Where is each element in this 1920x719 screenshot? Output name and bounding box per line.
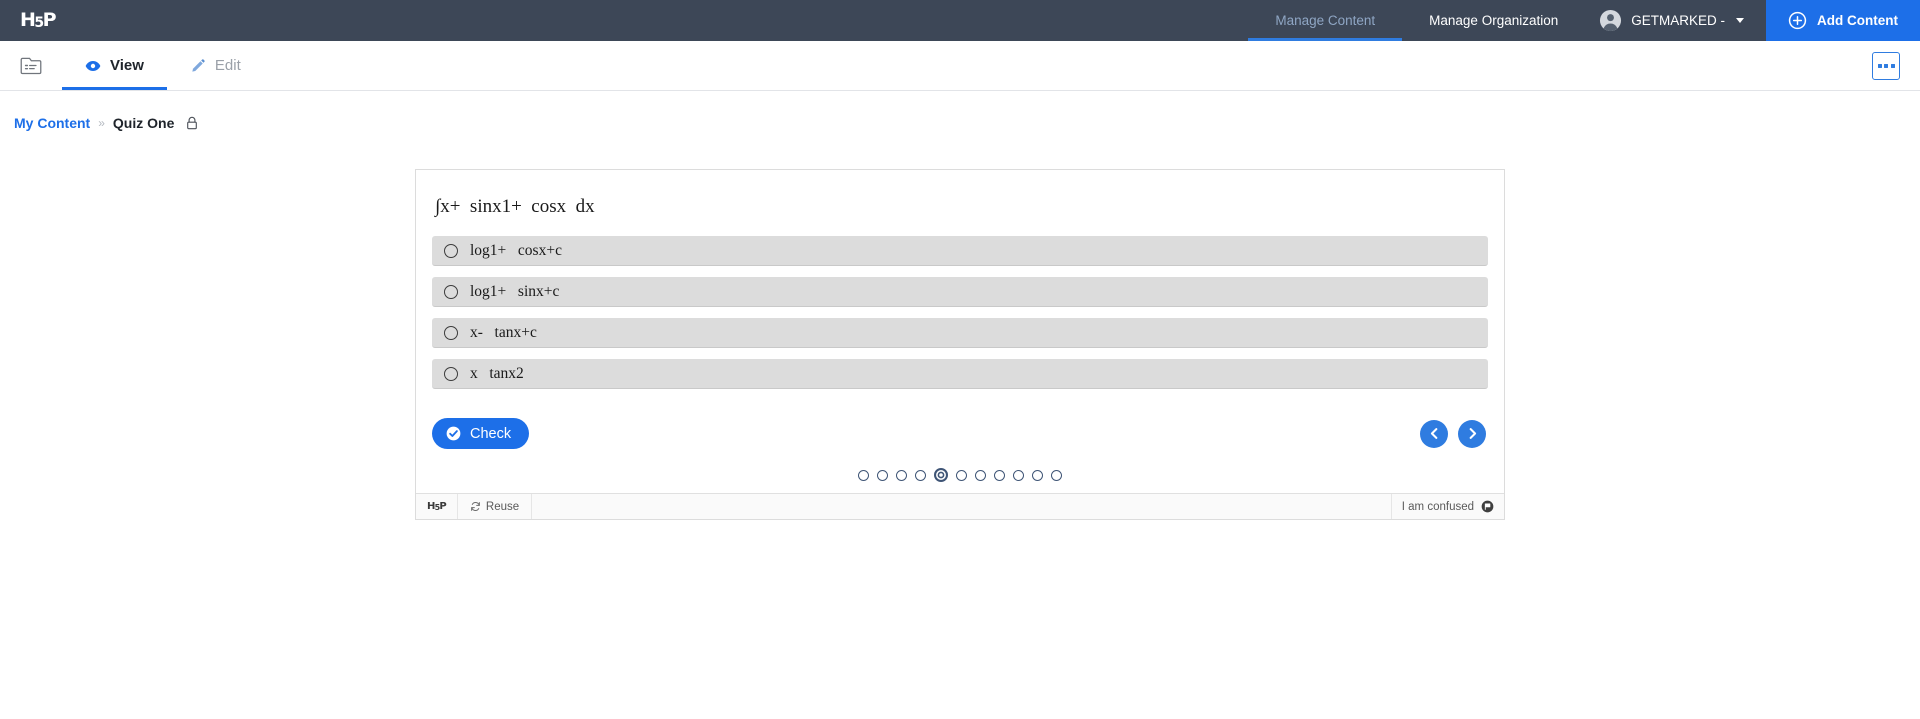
lock-icon [182, 116, 198, 130]
nav-manage-content[interactable]: Manage Content [1248, 0, 1402, 41]
pagination-dot[interactable] [975, 469, 986, 481]
more-options-button[interactable] [1872, 51, 1900, 80]
breadcrumb: My Content » Quiz One [0, 91, 1920, 131]
nav-manage-organization[interactable]: Manage Organization [1402, 0, 1585, 41]
pagination-dot[interactable] [858, 469, 869, 481]
ellipsis-dot [1877, 63, 1882, 68]
eye-icon [85, 58, 101, 74]
pagination-dot[interactable] [1051, 469, 1062, 481]
pagination-dot-active[interactable] [934, 468, 948, 482]
content-toolbar: View Edit [0, 41, 1920, 91]
chevron-down-icon [1736, 18, 1745, 23]
ellipsis-dot [1884, 63, 1888, 68]
plus-circle-icon [1788, 11, 1807, 30]
pagination-dot[interactable] [877, 469, 888, 481]
h5p-logo[interactable]: H5P [0, 0, 120, 41]
pagination-dot[interactable] [956, 469, 967, 481]
radio-icon[interactable] [444, 366, 458, 381]
slide-navigation [1420, 419, 1488, 448]
breadcrumb-current: Quiz One [112, 115, 175, 131]
user-menu[interactable]: GETMARKED - [1585, 0, 1766, 41]
h5p-quiz-card: ∫x+ sinx1+ cosx dx log1+ cosx+c log1+ si… [415, 169, 1505, 520]
radio-icon[interactable] [444, 243, 458, 258]
pencil-icon [190, 58, 206, 74]
quiz-body: ∫x+ sinx1+ cosx dx log1+ cosx+c log1+ si… [416, 170, 1504, 493]
radio-icon[interactable] [444, 325, 458, 340]
pagination-dot[interactable] [1013, 469, 1024, 481]
h5p-footer: H5P Reuse I am confused [416, 493, 1504, 519]
i-am-confused-button[interactable]: I am confused [1390, 494, 1504, 519]
breadcrumb-separator: » [98, 116, 105, 130]
check-circle-icon [446, 426, 461, 441]
radio-icon[interactable] [444, 284, 458, 299]
breadcrumb-my-content[interactable]: My Content [14, 115, 90, 131]
add-content-button[interactable]: Add Content [1766, 0, 1920, 41]
nav-manage-content-label: Manage Content [1275, 13, 1376, 28]
tab-edit-label: Edit [214, 57, 241, 74]
pagination-dot[interactable] [994, 469, 1005, 481]
answer-option[interactable]: log1+ cosx+c [432, 236, 1488, 266]
folder-button[interactable] [0, 41, 62, 90]
reuse-label: Reuse [485, 500, 520, 513]
h5p-logo-text: H5P [20, 9, 57, 31]
content-stage: ∫x+ sinx1+ cosx dx log1+ cosx+c log1+ si… [0, 131, 1920, 520]
pagination-dot[interactable] [1032, 469, 1043, 481]
pagination-dot[interactable] [915, 469, 926, 481]
tab-view[interactable]: View [62, 41, 167, 90]
nav-manage-organization-label: Manage Organization [1429, 13, 1559, 28]
pagination-dots [432, 456, 1488, 493]
top-navigation-bar: H5P Manage Content Manage Organization G… [0, 0, 1920, 41]
check-button[interactable]: Check [432, 418, 530, 449]
answer-option[interactable]: x tanx2 [432, 359, 1488, 389]
reuse-button[interactable]: Reuse [458, 494, 533, 519]
answer-option-label: x tanx2 [470, 364, 524, 382]
top-nav-items: Manage Content Manage Organization GETMA… [1248, 0, 1920, 41]
h5p-footer-logo-text: H5P [427, 501, 447, 512]
tab-edit[interactable]: Edit [167, 41, 264, 90]
confused-label: I am confused [1401, 500, 1474, 513]
answer-option[interactable]: log1+ sinx+c [432, 277, 1488, 307]
answer-option-label: log1+ cosx+c [470, 241, 562, 259]
flag-icon [1481, 500, 1494, 513]
add-content-label: Add Content [1817, 13, 1898, 28]
h5p-footer-logo: H5P [416, 494, 458, 519]
answer-option-label: log1+ sinx+c [470, 282, 560, 300]
chevron-left-icon [1429, 428, 1440, 439]
check-button-label: Check [470, 425, 512, 442]
folder-list-icon [20, 56, 42, 75]
quiz-actions: Check [432, 400, 1488, 456]
user-avatar-icon [1599, 9, 1622, 32]
pagination-dot[interactable] [896, 469, 907, 481]
answer-option-label: x- tanx+c [470, 323, 537, 341]
rotate-icon [470, 501, 481, 512]
answer-option[interactable]: x- tanx+c [432, 318, 1488, 348]
next-slide-button[interactable] [1458, 419, 1486, 448]
previous-slide-button[interactable] [1420, 419, 1448, 448]
question-text: ∫x+ sinx1+ cosx dx [435, 196, 595, 217]
ellipsis-dot [1890, 63, 1895, 68]
chevron-right-icon [1467, 428, 1478, 439]
user-name-label: GETMARKED - [1631, 13, 1726, 28]
tab-view-label: View [110, 57, 144, 74]
